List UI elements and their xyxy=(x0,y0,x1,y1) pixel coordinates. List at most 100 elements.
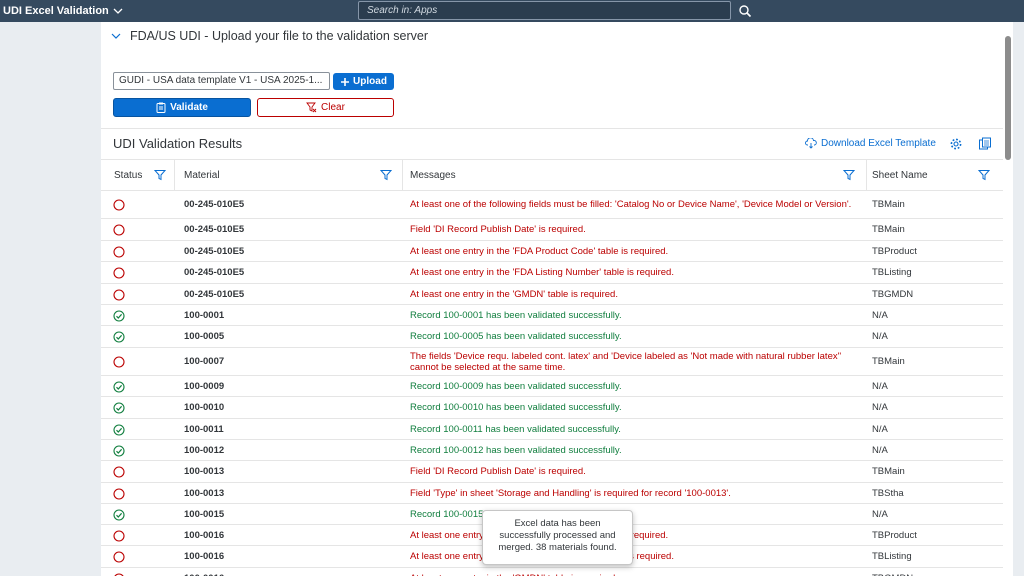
success-status-icon xyxy=(113,423,125,436)
filter-icon[interactable] xyxy=(380,169,392,181)
filter-icon[interactable] xyxy=(978,169,990,181)
clear-filter-icon xyxy=(306,102,317,113)
message-cell: Record 100-0005 has been validated succe… xyxy=(410,331,622,342)
table-row[interactable]: 100-0012 Record 100-0012 has been validat… xyxy=(101,440,1003,461)
sheet-name-cell: N/A xyxy=(872,423,888,435)
search-input[interactable]: Search in: Apps xyxy=(358,1,731,20)
error-status-icon xyxy=(114,572,124,576)
material-cell: 00-245-010E5 xyxy=(184,288,245,300)
success-status-icon xyxy=(113,309,125,322)
table-row[interactable]: 00-245-010E5 At least one entry in the 'F… xyxy=(101,241,1003,262)
gear-icon[interactable] xyxy=(949,137,963,151)
message-cell: At least one entry in the 'FDA Product C… xyxy=(410,529,669,541)
sheet-name-cell: N/A xyxy=(872,331,888,342)
material-cell: 100-0016 xyxy=(184,568,224,576)
table-row[interactable]: 00-245-010E5 Field 'DI Record Publish Dat… xyxy=(101,219,1003,241)
download-excel-template-link[interactable]: Download Excel Template xyxy=(805,138,936,149)
message-cell: Record 100-0012 has been validated succe… xyxy=(410,444,622,456)
column-header-messages[interactable]: Messages xyxy=(410,160,456,191)
table-row[interactable]: 100-0001 Record 100-0001 has been validat… xyxy=(101,305,1003,326)
sheet-name-cell: N/A xyxy=(872,380,888,392)
error-status-icon xyxy=(113,529,125,542)
material-cell: 100-0015 xyxy=(184,508,225,520)
column-header-sheet-name[interactable]: Sheet Name xyxy=(872,160,928,191)
message-cell: At least one entry in the 'FDA Listing N… xyxy=(410,551,674,562)
table-row[interactable]: 100-0005 Record 100-0005 has been validat… xyxy=(101,326,1003,348)
filter-icon[interactable] xyxy=(843,169,855,181)
sheet-name-cell: TBGMDN xyxy=(872,288,914,300)
error-status-icon xyxy=(113,356,125,368)
message-cell: At least one entry in the 'GMDN' table i… xyxy=(410,288,618,300)
message-cell: At least one of the following fields mus… xyxy=(410,199,852,210)
error-status-icon xyxy=(113,199,125,211)
message-cell: Record 100-0011 has been validated succe… xyxy=(410,423,621,435)
message-cell: At least one entry in the 'FDA Listing N… xyxy=(410,267,674,278)
message-cell: At least one entry in the 'GMDN' table i… xyxy=(410,568,865,576)
message-cell: Record 100-0010 has been validated succe… xyxy=(410,402,622,413)
sheet-name-cell: TBProduct xyxy=(872,245,917,257)
table-row[interactable]: 100-0007 The fields 'Device requ. labeled… xyxy=(101,348,1003,376)
message-cell: Record 100-0001 has been validated succe… xyxy=(410,309,622,321)
clear-button[interactable]: Clear xyxy=(257,98,394,117)
success-status-icon xyxy=(113,380,125,393)
success-status-icon xyxy=(113,444,125,457)
material-cell: 100-0012 xyxy=(184,444,225,456)
chevron-down-icon[interactable] xyxy=(111,31,121,41)
material-cell: 100-0013 xyxy=(184,466,225,477)
message-cell: The fields 'Device requ. labeled cont. l… xyxy=(410,350,842,373)
message-cell: Field 'Type' in sheet 'Storage and Handl… xyxy=(410,487,731,499)
message-cell: Field 'DI Record Publish Date' is requir… xyxy=(410,466,586,477)
material-cell: 00-245-010E5 xyxy=(184,267,245,278)
upload-button[interactable]: Upload xyxy=(333,73,394,90)
table-header: Status Material Messages Sheet Name xyxy=(101,159,1003,191)
error-status-icon xyxy=(113,267,125,279)
table-row[interactable]: 100-0011 Record 100-0011 has been validat… xyxy=(101,419,1003,440)
table-row[interactable]: 00-245-010E5 At least one of the followin… xyxy=(101,191,1003,219)
filter-icon[interactable] xyxy=(154,169,166,181)
results-title: UDI Validation Results xyxy=(113,136,243,151)
column-header-status[interactable]: Status xyxy=(114,160,142,191)
table-row[interactable]: 100-0009 Record 100-0009 has been validat… xyxy=(101,376,1003,397)
error-status-icon xyxy=(113,487,125,500)
app-title-menu[interactable]: UDI Excel Validation xyxy=(0,5,123,17)
validate-button[interactable]: Validate xyxy=(113,98,251,117)
error-status-icon xyxy=(113,288,125,301)
message-cell: At least one entry in the 'FDA Product C… xyxy=(410,245,669,257)
error-status-icon xyxy=(113,466,125,478)
column-header-material[interactable]: Material xyxy=(184,160,220,191)
column-divider xyxy=(402,160,403,191)
table-row[interactable]: 00-245-010E5 At least one entry in the 'G… xyxy=(101,284,1003,305)
search-placeholder: Search in: Apps xyxy=(367,5,438,16)
scrollbar-thumb[interactable] xyxy=(1005,36,1011,160)
clipboard-icon xyxy=(156,102,166,113)
upload-panel-title: FDA/US UDI - Upload your file to the val… xyxy=(130,29,429,43)
upload-button-label: Upload xyxy=(353,76,387,87)
shell-bar: UDI Excel Validation Search in: Apps xyxy=(0,0,1024,22)
upload-panel-header[interactable]: FDA/US UDI - Upload your file to the val… xyxy=(101,22,1006,50)
sheet-name-cell: TBListing xyxy=(872,267,912,278)
table-row[interactable]: 100-0016 At least one entry in the 'GMDN'… xyxy=(101,568,1003,576)
plus-icon xyxy=(341,77,350,86)
file-name-field[interactable]: GUDI - USA data template V1 - USA 2025-1… xyxy=(113,72,330,90)
table-row[interactable]: 100-0010 Record 100-0010 has been validat… xyxy=(101,397,1003,419)
success-status-icon xyxy=(113,331,125,343)
clear-button-label: Clear xyxy=(321,102,345,113)
material-cell: 100-0013 xyxy=(184,487,225,499)
table-row[interactable]: 100-0013 Field 'Type' in sheet 'Storage a… xyxy=(101,483,1003,504)
material-cell: 100-0016 xyxy=(184,551,225,562)
message-cell: Record 100-0015 has been validated succe… xyxy=(410,508,622,520)
table-row[interactable]: 00-245-010E5 At least one entry in the 'F… xyxy=(101,262,1003,284)
sheet-name-cell: TBStha xyxy=(872,487,904,499)
table-row[interactable]: 100-0013 Field 'DI Record Publish Date' i… xyxy=(101,461,1003,483)
column-divider xyxy=(174,160,175,191)
material-cell: 00-245-010E5 xyxy=(184,224,245,235)
sheet-name-cell: TBMain xyxy=(872,356,905,367)
material-cell: 100-0016 xyxy=(184,529,225,541)
export-icon[interactable] xyxy=(978,137,992,151)
sheet-name-cell: TBGMDN xyxy=(872,568,913,576)
material-cell: 100-0010 xyxy=(184,402,225,413)
app-title: UDI Excel Validation xyxy=(3,5,109,17)
main-card: FDA/US UDI - Upload your file to the val… xyxy=(101,22,1013,576)
sheet-name-cell: TBMain xyxy=(872,224,905,235)
search-icon[interactable] xyxy=(737,3,753,19)
